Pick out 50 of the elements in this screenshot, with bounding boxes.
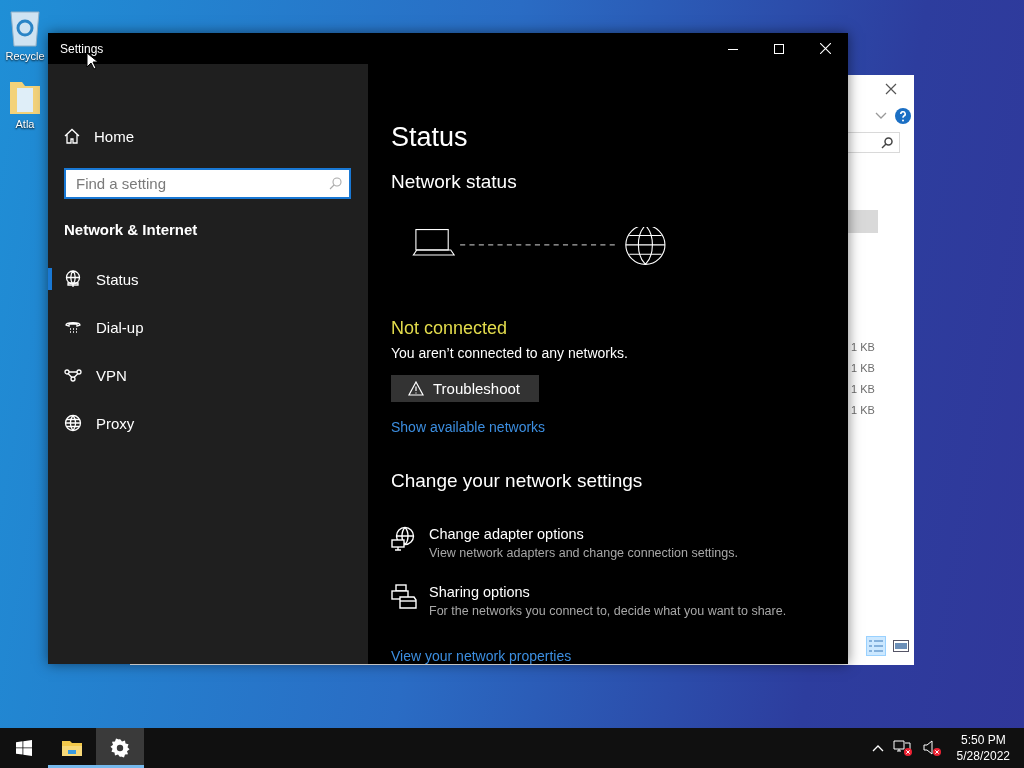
nav-item[interactable]: Status — [48, 255, 368, 303]
nav-item[interactable]: Proxy — [48, 399, 368, 447]
maximize-icon — [774, 43, 784, 54]
speaker-muted-icon[interactable] — [921, 739, 942, 757]
clock-time[interactable]: 5:50 PM — [960, 732, 1006, 748]
globe-icon — [64, 414, 82, 432]
file-size: 1 KB — [851, 382, 875, 397]
section-heading: Network & Internet — [64, 221, 199, 238]
troubleshoot-button[interactable]: Troubleshoot — [391, 374, 539, 402]
file-size: 1 KB — [851, 361, 875, 376]
clock-date[interactable]: 5/28/2022 — [956, 748, 1010, 764]
option-description: View network adapters and change connection settings. — [429, 546, 738, 560]
status-message: You aren’t connected to any networks. — [391, 344, 628, 361]
section-heading: Network status — [391, 171, 517, 193]
windows-logo-icon — [16, 740, 32, 756]
window-title: Settings — [59, 41, 105, 56]
section-heading: Change your network settings — [391, 470, 643, 492]
search-icon — [329, 177, 342, 190]
close-icon — [819, 43, 831, 54]
option-title[interactable]: Change adapter options — [429, 526, 738, 542]
gear-icon — [110, 738, 130, 758]
home-icon — [64, 128, 80, 144]
vpn-icon — [64, 366, 82, 384]
connection-status: Not connected — [391, 317, 508, 339]
nav-item[interactable]: Dial-up — [48, 303, 368, 351]
file-size: 1 KB — [851, 403, 875, 418]
page-title: Status — [391, 122, 468, 153]
desktop-icon-label: Atla — [15, 118, 35, 130]
file-size: 1 KB — [851, 340, 875, 355]
network-properties-link[interactable]: View your network properties — [391, 648, 572, 664]
close-icon[interactable] — [884, 82, 898, 96]
search-icon — [881, 136, 893, 149]
network-disconnected-icon[interactable] — [892, 739, 913, 757]
help-icon[interactable] — [895, 108, 911, 124]
chevron-up-icon[interactable] — [871, 744, 884, 752]
option-description: For the networks you connect to, decide what you want to share. — [429, 604, 787, 618]
show-networks-link[interactable]: Show available networks — [391, 419, 546, 435]
folder-icon — [61, 739, 83, 757]
option-title[interactable]: Sharing options — [429, 584, 787, 600]
warning-icon — [408, 380, 424, 396]
recycle-bin-icon[interactable] — [7, 8, 43, 48]
sharing-icon — [391, 584, 417, 610]
settings-button[interactable] — [96, 728, 144, 768]
home-nav-item[interactable]: Home — [64, 126, 368, 146]
nav-item[interactable]: VPN — [48, 351, 368, 399]
network-globe-icon — [64, 270, 82, 288]
desktop-icon-label: Recycle — [5, 50, 45, 62]
chevron-down-icon[interactable] — [875, 112, 887, 120]
search-field[interactable]: Find a setting — [64, 168, 351, 199]
network-adapter-icon — [391, 526, 417, 552]
